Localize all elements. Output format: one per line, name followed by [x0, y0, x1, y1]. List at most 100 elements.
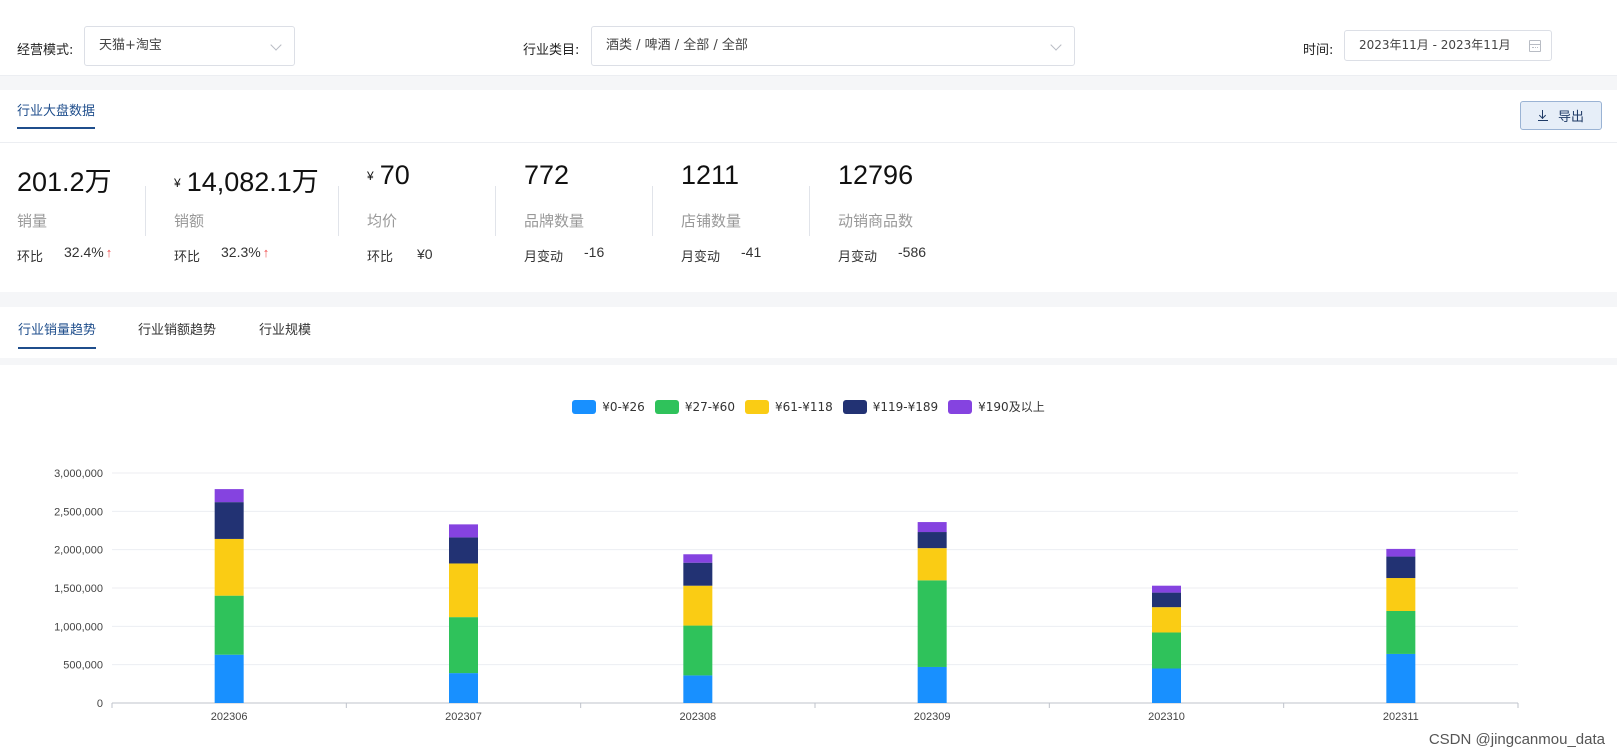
bar-segment — [214, 595, 244, 655]
x-tick-label: 202311 — [1383, 711, 1419, 723]
kpi-delta-label: 环比 — [174, 250, 201, 265]
arrow-up-icon: ↑ — [105, 245, 113, 260]
chart-legend: ¥0-¥26 ¥27-¥60 ¥61-¥118 ¥119-¥189 ¥190及以上 — [0, 398, 1617, 415]
bar-segment — [683, 585, 713, 626]
kpi-value: 772 — [524, 160, 570, 190]
tab-sales-volume-trend[interactable]: 行业销量趋势 — [18, 319, 97, 349]
download-icon — [1537, 110, 1548, 121]
kpi-delta-label: 月变动 — [681, 250, 721, 265]
bar-segment — [683, 562, 713, 586]
legend-item[interactable]: ¥61-¥118 — [744, 398, 833, 415]
divider — [0, 142, 1617, 143]
kpi-delta-label: 月变动 — [524, 250, 564, 265]
bar-segment — [1386, 578, 1416, 611]
y-tick-label: 2,000,000 — [54, 545, 103, 557]
date-range-picker[interactable]: 2023年11月 - 2023年11月 — [1344, 30, 1552, 61]
bar-segment — [917, 522, 947, 533]
x-tick-label: 202308 — [679, 711, 716, 723]
legend-swatch — [744, 399, 769, 414]
kpi-delta-value: 32.4% ↑ — [64, 244, 113, 260]
bar-segment — [683, 554, 713, 563]
mode-label: 经营模式: — [17, 43, 74, 58]
kpi-delta-value: -16 — [584, 244, 605, 260]
bar-segment — [917, 666, 947, 703]
divider — [145, 186, 146, 236]
y-tick-label: 2,500,000 — [54, 506, 103, 518]
legend-label: ¥27-¥60 — [684, 399, 735, 414]
kpi-label: 动销商品数 — [838, 212, 914, 230]
bar-segment — [1152, 607, 1181, 633]
currency-symbol: ¥ — [174, 176, 181, 190]
category-label: 行业类目: — [523, 43, 580, 58]
bar-segment — [214, 538, 244, 596]
bar-segment — [917, 532, 947, 549]
bar-segment — [1152, 585, 1181, 593]
kpi-value: 201.2万 — [17, 167, 112, 197]
kpi-delta-value: -41 — [741, 244, 762, 260]
kpi-delta-label: 环比 — [367, 250, 394, 265]
kpi-value: 12796 — [838, 160, 914, 190]
bar-segment — [1152, 592, 1181, 608]
bar-segment — [1152, 668, 1181, 703]
mode-select[interactable]: 天猫+淘宝 — [84, 26, 295, 66]
legend-item[interactable]: ¥27-¥60 — [654, 398, 735, 415]
x-tick-label: 202306 — [211, 711, 248, 723]
bar-segment — [1386, 548, 1416, 557]
y-tick-label: 3,000,000 — [54, 468, 103, 480]
legend-item[interactable]: ¥190及以上 — [948, 398, 1045, 415]
kpi-label: 销量 — [17, 212, 48, 230]
y-tick-label: 500,000 — [63, 660, 103, 672]
chart-panel: 0 500,000 1,000,000 1,500,000 2,000,000 2,500… — [0, 365, 1617, 756]
bar-segment — [449, 617, 478, 674]
export-label: 导出 — [1557, 110, 1584, 125]
kpi-delta-label: 月变动 — [838, 250, 878, 265]
category-select[interactable]: 酒类 / 啤酒 / 全部 / 全部 — [591, 26, 1075, 66]
legend-item[interactable]: ¥119-¥189 — [842, 398, 938, 415]
arrow-up-icon: ↑ — [262, 245, 270, 260]
x-tick-label: 202307 — [445, 711, 482, 723]
kpi-value: ¥70 — [367, 160, 410, 190]
kpi-delta-label: 环比 — [17, 250, 44, 265]
bar-segment — [449, 524, 478, 538]
kpi-delta-value: -586 — [898, 244, 927, 260]
bar-segment — [449, 537, 478, 564]
export-button[interactable]: 导出 — [1520, 101, 1602, 130]
kpi-label: 均价 — [367, 212, 398, 230]
divider — [338, 186, 339, 236]
legend-swatch — [842, 399, 867, 414]
kpi-value: ¥14,082.1万 — [174, 167, 319, 197]
bar-segment — [214, 654, 244, 703]
kpi-label: 销额 — [174, 212, 205, 230]
category-select-value: 酒类 / 啤酒 / 全部 / 全部 — [606, 38, 748, 53]
bar-segment — [449, 673, 478, 703]
bar-segment — [1386, 653, 1416, 703]
tab-industry-overview[interactable]: 行业大盘数据 — [17, 100, 96, 129]
divider — [809, 186, 810, 236]
tab-industry-scale[interactable]: 行业规模 — [259, 319, 311, 347]
time-label: 时间: — [1303, 43, 1334, 58]
legend-swatch — [654, 399, 679, 414]
x-tick-label: 202310 — [1148, 711, 1185, 723]
y-tick-label: 1,000,000 — [54, 621, 103, 633]
legend-swatch — [572, 399, 597, 414]
bar-segment — [214, 502, 244, 539]
bar-segment — [683, 675, 713, 703]
bar-segment — [917, 580, 947, 667]
legend-item[interactable]: ¥0-¥26 — [572, 398, 645, 415]
bar-segment — [1386, 611, 1416, 654]
y-tick-label: 1,500,000 — [54, 583, 103, 595]
date-range-value: 2023年11月 - 2023年11月 — [1359, 38, 1511, 52]
stacked-bar-chart: 0 500,000 1,000,000 1,500,000 2,000,000 2,500… — [54, 468, 1519, 723]
tab-sales-amount-trend[interactable]: 行业销额趋势 — [138, 319, 216, 347]
legend-swatch — [948, 399, 973, 414]
kpi-delta-value: 32.3% ↑ — [221, 244, 270, 260]
filter-bar: 经营模式: 天猫+淘宝 行业类目: 酒类 / 啤酒 / 全部 / 全部 时间: … — [0, 0, 1617, 76]
kpi-label: 店铺数量 — [681, 212, 742, 230]
calendar-icon — [1529, 40, 1541, 52]
bar-segment — [449, 563, 478, 618]
bar-segment — [917, 548, 947, 581]
bar-segment — [214, 489, 244, 503]
divider — [652, 186, 653, 236]
legend-label: ¥61-¥118 — [774, 399, 833, 414]
kpi-delta-value: ¥0 — [417, 246, 433, 262]
